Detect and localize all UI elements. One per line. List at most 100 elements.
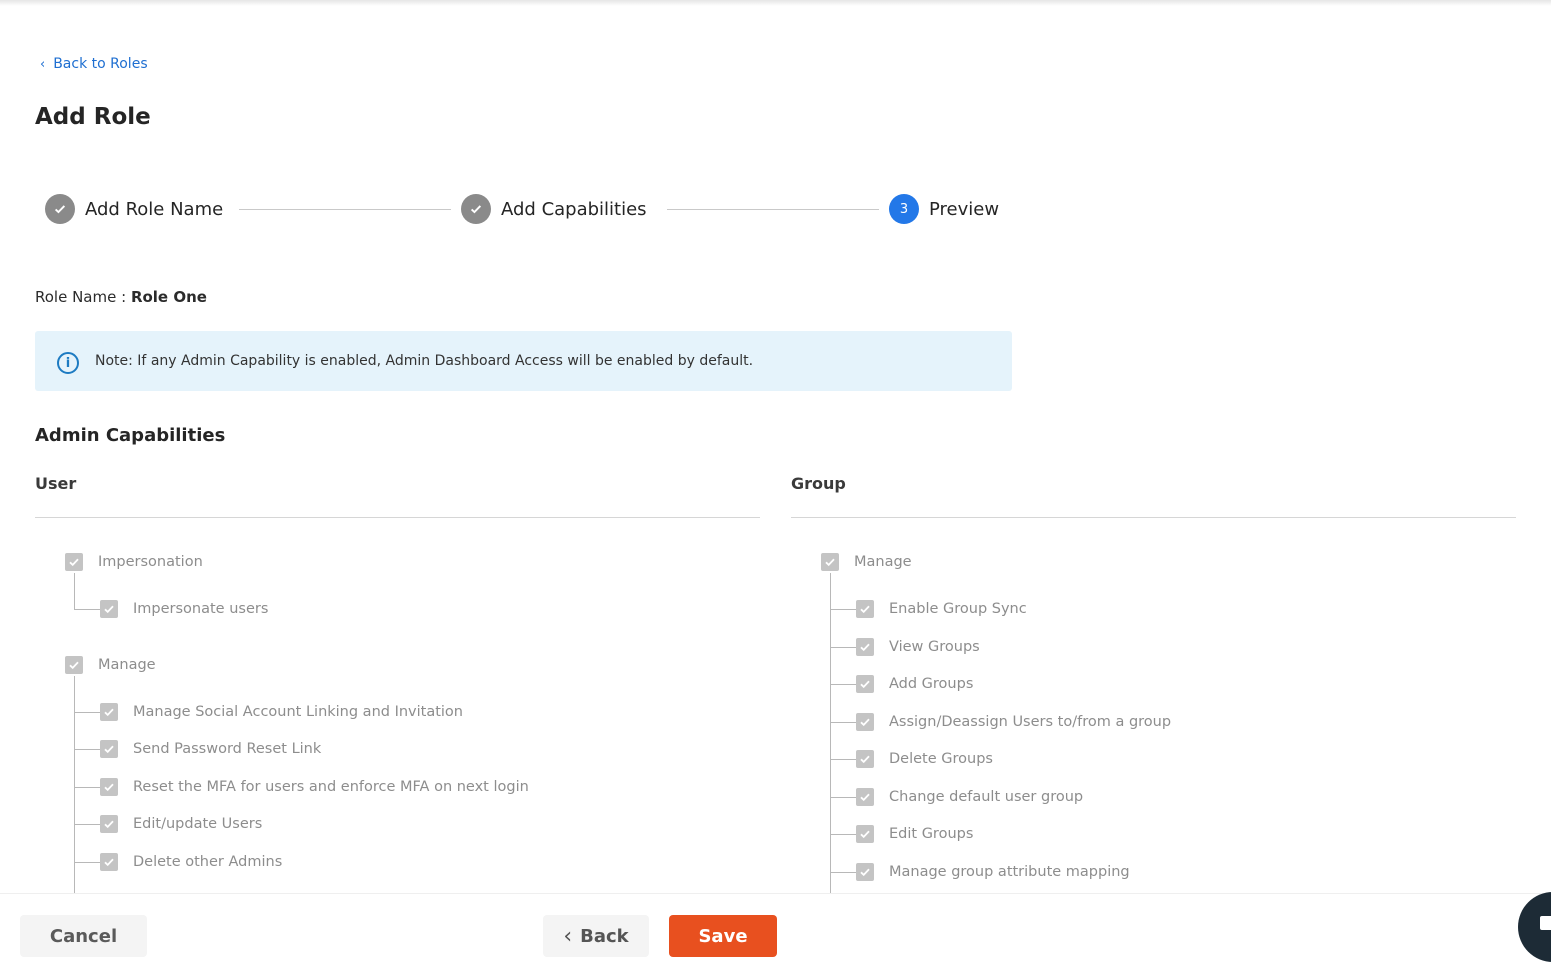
- capability-label: Change default user group: [889, 789, 1084, 805]
- role-name-value: Role One: [130, 288, 207, 306]
- step-connector: [667, 209, 879, 210]
- checkbox[interactable]: [100, 778, 118, 796]
- checkbox[interactable]: [100, 740, 118, 758]
- capability-parent-manage[interactable]: Manage: [821, 553, 912, 571]
- check-icon: [461, 194, 491, 224]
- capability-item[interactable]: Send Password Reset Link: [100, 740, 321, 758]
- back-button[interactable]: ‹ Back: [543, 915, 649, 957]
- capability-item[interactable]: Enable Group Sync: [856, 600, 1027, 618]
- capability-item[interactable]: Delete Groups: [856, 750, 993, 768]
- checkbox[interactable]: [856, 788, 874, 806]
- checkbox[interactable]: [65, 656, 83, 674]
- info-icon: i: [57, 352, 79, 374]
- step-preview[interactable]: 3 Preview: [889, 194, 999, 224]
- tree-line: [74, 573, 75, 610]
- capability-item[interactable]: Edit/update Users: [100, 815, 262, 833]
- tree-line: [74, 609, 100, 610]
- step-label: Add Role Name: [85, 198, 224, 220]
- checkbox[interactable]: [100, 703, 118, 721]
- capability-label: Delete Groups: [889, 751, 993, 767]
- capability-label: Delete other Admins: [133, 854, 283, 870]
- chevron-left-icon: ‹: [563, 923, 573, 949]
- checkbox[interactable]: [856, 675, 874, 693]
- stepper: Add Role Name Add Capabilities 3 Preview: [45, 194, 1005, 226]
- back-to-roles-label: Back to Roles: [53, 56, 148, 72]
- capability-label: Manage group attribute mapping: [889, 864, 1130, 880]
- tree-line: [74, 824, 100, 825]
- tree-line: [830, 684, 856, 685]
- divider: [35, 517, 760, 518]
- checkbox[interactable]: [856, 713, 874, 731]
- capability-parent-impersonation[interactable]: Impersonation: [65, 553, 203, 571]
- back-button-label: Back: [580, 925, 629, 947]
- capability-label: Send Password Reset Link: [133, 741, 322, 757]
- envelope-icon: [1540, 916, 1551, 930]
- capability-label: Edit/update Users: [133, 816, 263, 832]
- section-title: Admin Capabilities: [35, 425, 226, 446]
- step-connector: [239, 209, 451, 210]
- capability-label: Manage: [854, 554, 912, 570]
- capability-item[interactable]: Manage group attribute mapping: [856, 863, 1130, 881]
- capability-item[interactable]: Impersonate users: [100, 600, 268, 618]
- capability-label: Impersonation: [98, 554, 203, 570]
- tree-line: [74, 676, 75, 893]
- tree-line: [74, 862, 100, 863]
- top-shadow: [0, 0, 1551, 6]
- checkbox[interactable]: [856, 750, 874, 768]
- note-text: Note: If any Admin Capability is enabled…: [95, 353, 754, 369]
- capability-item[interactable]: Edit Groups: [856, 825, 973, 843]
- capability-parent-manage[interactable]: Manage: [65, 656, 156, 674]
- step-number: 3: [889, 194, 919, 224]
- tree-line: [830, 834, 856, 835]
- capability-item[interactable]: Manage Social Account Linking and Invita…: [100, 703, 463, 721]
- tree-line: [830, 573, 831, 893]
- tree-line: [830, 759, 856, 760]
- capability-label: Manage Social Account Linking and Invita…: [133, 704, 463, 720]
- capability-label: Reset the MFA for users and enforce MFA …: [133, 779, 529, 795]
- capability-label: Impersonate users: [133, 601, 269, 617]
- check-icon: [45, 194, 75, 224]
- step-label: Add Capabilities: [501, 198, 647, 220]
- capability-item[interactable]: Delete other Admins: [100, 853, 282, 871]
- capability-label: View Groups: [889, 639, 980, 655]
- user-column-heading: User: [35, 474, 77, 493]
- group-column-heading: Group: [791, 474, 846, 493]
- checkbox[interactable]: [856, 638, 874, 656]
- save-button[interactable]: Save: [669, 915, 777, 957]
- checkbox[interactable]: [856, 825, 874, 843]
- divider: [791, 517, 1516, 518]
- capability-label: Enable Group Sync: [889, 601, 1027, 617]
- role-name: Role Name : Role One: [35, 288, 207, 306]
- step-add-capabilities[interactable]: Add Capabilities: [461, 194, 647, 224]
- capability-item[interactable]: Add Groups: [856, 675, 973, 693]
- tree-line: [830, 872, 856, 873]
- capability-item[interactable]: Reset the MFA for users and enforce MFA …: [100, 778, 529, 796]
- role-name-label: Role Name :: [35, 288, 131, 306]
- tree-line: [830, 647, 856, 648]
- page-title: Add Role: [35, 104, 151, 130]
- capability-item[interactable]: Change default user group: [856, 788, 1083, 806]
- checkbox[interactable]: [100, 600, 118, 618]
- tree-line: [74, 749, 100, 750]
- step-add-role-name[interactable]: Add Role Name: [45, 194, 223, 224]
- tree-line: [74, 712, 100, 713]
- back-to-roles-link[interactable]: ‹ Back to Roles: [40, 56, 148, 72]
- checkbox[interactable]: [65, 553, 83, 571]
- info-note: i Note: If any Admin Capability is enabl…: [35, 331, 1012, 391]
- step-label: Preview: [929, 198, 1000, 220]
- capability-label: Manage: [98, 657, 156, 673]
- capability-label: Add Groups: [889, 676, 974, 692]
- chevron-left-icon: ‹: [40, 56, 46, 72]
- tree-line: [830, 797, 856, 798]
- capability-item[interactable]: Assign/Deassign Users to/from a group: [856, 713, 1171, 731]
- tree-line: [74, 787, 100, 788]
- checkbox[interactable]: [856, 600, 874, 618]
- capability-label: Assign/Deassign Users to/from a group: [889, 714, 1172, 730]
- checkbox[interactable]: [856, 863, 874, 881]
- tree-line: [830, 722, 856, 723]
- checkbox[interactable]: [821, 553, 839, 571]
- cancel-button[interactable]: Cancel: [20, 915, 147, 957]
- checkbox[interactable]: [100, 853, 118, 871]
- checkbox[interactable]: [100, 815, 118, 833]
- capability-item[interactable]: View Groups: [856, 638, 980, 656]
